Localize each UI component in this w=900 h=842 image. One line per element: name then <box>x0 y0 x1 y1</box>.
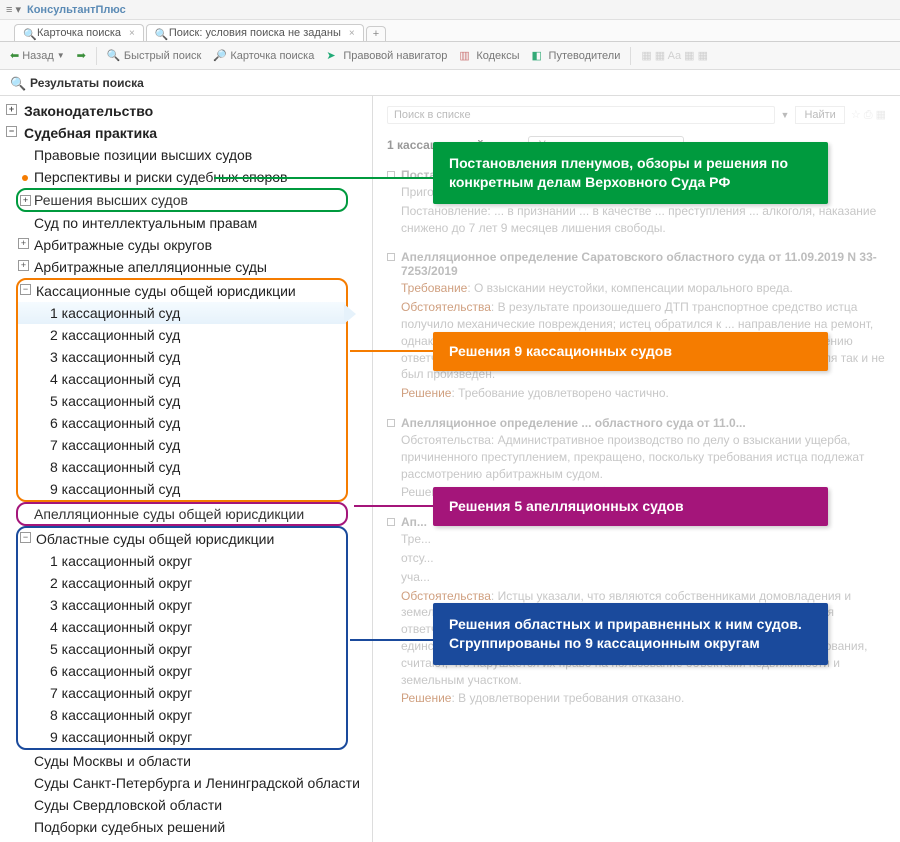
collapse-icon[interactable]: − <box>6 126 17 137</box>
node-cassation-district[interactable]: 6 кассационный округ <box>18 660 346 682</box>
node-judicial-practice[interactable]: −Судебная практика <box>0 122 372 144</box>
card-icon: 🔎 <box>213 49 227 63</box>
menu-icon[interactable]: ≡ ▾ <box>6 3 21 16</box>
tab-card-search[interactable]: 🔍 Карточка поиска × <box>14 24 144 41</box>
codex-button[interactable]: ▥Кодексы <box>455 47 523 65</box>
group-regional-courts: −Областные суды общей юрисдикции 1 касса… <box>16 526 348 750</box>
new-tab-button[interactable]: + <box>366 26 386 41</box>
node-ip-court[interactable]: Суд по интеллектуальным правам <box>0 212 372 234</box>
node-cassation-general[interactable]: −Кассационные суды общей юрисдикции <box>18 280 346 302</box>
connector-line <box>350 350 434 352</box>
search-icon: 🔍 <box>155 28 165 38</box>
search-icon: 🔍 <box>23 28 33 38</box>
node-legislation[interactable]: +Законодательство <box>0 100 372 122</box>
guides-button[interactable]: ◧Путеводители <box>528 47 625 65</box>
search-icon: 🔍 <box>107 49 121 63</box>
close-icon[interactable]: × <box>129 28 135 39</box>
node-appeal-general[interactable]: Апелляционные суды общей юрисдикции <box>34 506 304 522</box>
node-arb-districts[interactable]: +Арбитражные суды округов <box>0 234 372 256</box>
node-cassation-district[interactable]: 1 кассационный округ <box>18 550 346 572</box>
arrow-right-icon: ➡ <box>77 49 86 62</box>
node-cassation-court[interactable]: 1 кассационный суд <box>18 302 346 324</box>
collapse-icon[interactable]: − <box>20 284 31 295</box>
node-regional-general[interactable]: −Областные суды общей юрисдикции <box>18 528 346 550</box>
selected-arrow-icon <box>344 304 356 324</box>
guide-icon: ◧ <box>532 49 546 63</box>
window-tabs: 🔍 Карточка поиска × 🔍 Поиск: условия пои… <box>0 20 900 42</box>
results-title: Результаты поиска <box>30 76 144 90</box>
node-cassation-court[interactable]: 9 кассационный суд <box>18 478 346 500</box>
connector-line <box>354 505 434 507</box>
connector-line <box>214 177 434 179</box>
tab-search-empty[interactable]: 🔍 Поиск: условия поиска не заданы × <box>146 24 364 41</box>
node-cassation-court[interactable]: 5 кассационный суд <box>18 390 346 412</box>
doc-marker-icon <box>387 419 395 427</box>
doc-marker-icon <box>387 518 395 526</box>
node-cassation-court[interactable]: 7 кассационный суд <box>18 434 346 456</box>
node-cassation-court[interactable]: 2 кассационный суд <box>18 324 346 346</box>
bullet-icon <box>22 175 28 181</box>
search-input[interactable]: Поиск в списке <box>387 106 775 124</box>
close-icon[interactable]: × <box>349 28 355 39</box>
node-cassation-district[interactable]: 8 кассационный округ <box>18 704 346 726</box>
callout-orange: Решения 9 кассационных судов <box>433 332 828 371</box>
doc-item[interactable]: Апелляционное определение Саратовского о… <box>387 250 886 402</box>
node-cassation-district[interactable]: 5 кассационный округ <box>18 638 346 660</box>
expand-icon[interactable]: + <box>20 195 31 206</box>
collapse-icon[interactable]: − <box>20 532 31 543</box>
callout-green: Постановления пленумов, обзоры и решения… <box>433 142 828 204</box>
category-tree: +Законодательство −Судебная практика Пра… <box>0 96 373 842</box>
expand-icon[interactable]: + <box>18 260 29 271</box>
node-cassation-district[interactable]: 2 кассационный округ <box>18 572 346 594</box>
card-search-button[interactable]: 🔎Карточка поиска <box>209 47 318 65</box>
app-name: КонсультантПлюс <box>27 4 126 16</box>
node-cassation-court[interactable]: 4 кассационный суд <box>18 368 346 390</box>
main-toolbar: ⬅Назад▼ ➡ 🔍Быстрый поиск 🔎Карточка поиск… <box>0 42 900 70</box>
expand-icon[interactable]: + <box>18 238 29 249</box>
node-cassation-district[interactable]: 9 кассационный округ <box>18 726 346 748</box>
node-selections[interactable]: Подборки судебных решений <box>0 816 372 838</box>
node-cassation-court[interactable]: 6 кассационный суд <box>18 412 346 434</box>
node-arb-appeal[interactable]: +Арбитражные апелляционные суды <box>0 256 372 278</box>
doc-marker-icon <box>387 253 395 261</box>
callout-purple: Решения 5 апелляционных судов <box>433 487 828 526</box>
legal-nav-button[interactable]: ➤Правовой навигатор <box>322 47 451 65</box>
node-cassation-district[interactable]: 3 кассационный округ <box>18 594 346 616</box>
forward-button[interactable]: ➡ <box>73 47 90 64</box>
back-button[interactable]: ⬅Назад▼ <box>6 47 69 64</box>
group-high-courts: + Решения высших судов <box>16 188 348 212</box>
node-cassation-court[interactable]: 8 кассационный суд <box>18 456 346 478</box>
results-content: Поиск в списке ▼ Найти ☆ ⎙ ▦ 1 кассацион… <box>373 96 900 842</box>
results-header: 🔍 Результаты поиска <box>0 70 900 96</box>
connector-line <box>350 639 434 641</box>
content-search-bar: Поиск в списке ▼ Найти ☆ ⎙ ▦ <box>387 104 886 132</box>
toolbar-icons: ☆ ⎙ ▦ <box>851 108 886 122</box>
callout-blue: Решения областных и приравненных к ним с… <box>433 603 828 665</box>
find-button[interactable]: Найти <box>795 106 844 124</box>
node-legal-positions[interactable]: Правовые позиции высших судов <box>0 144 372 166</box>
arrow-left-icon: ⬅ <box>10 49 19 62</box>
node-cassation-district[interactable]: 4 кассационный округ <box>18 616 346 638</box>
node-sverdlovsk-courts[interactable]: Суды Свердловской области <box>0 794 372 816</box>
group-appeal-general: Апелляционные суды общей юрисдикции <box>16 502 348 526</box>
expand-icon[interactable]: + <box>6 104 17 115</box>
node-high-courts[interactable]: Решения высших судов <box>34 192 188 208</box>
compass-icon: ➤ <box>326 49 340 63</box>
toolbar-extra: ▦ ▦ Aa ▦ ▦ <box>637 47 712 64</box>
node-spb-courts[interactable]: Суды Санкт-Петербурга и Ленинградской об… <box>0 772 372 794</box>
search-icon: 🔍 <box>10 76 24 90</box>
node-cassation-court[interactable]: 3 кассационный суд <box>18 346 346 368</box>
book-icon: ▥ <box>459 49 473 63</box>
node-moscow-courts[interactable]: Суды Москвы и области <box>0 750 372 772</box>
quick-search-button[interactable]: 🔍Быстрый поиск <box>103 47 205 65</box>
group-cassation-courts: −Кассационные суды общей юрисдикции 1 ка… <box>16 278 348 502</box>
titlebar: ≡ ▾ КонсультантПлюс <box>0 0 900 20</box>
node-cassation-district[interactable]: 7 кассационный округ <box>18 682 346 704</box>
